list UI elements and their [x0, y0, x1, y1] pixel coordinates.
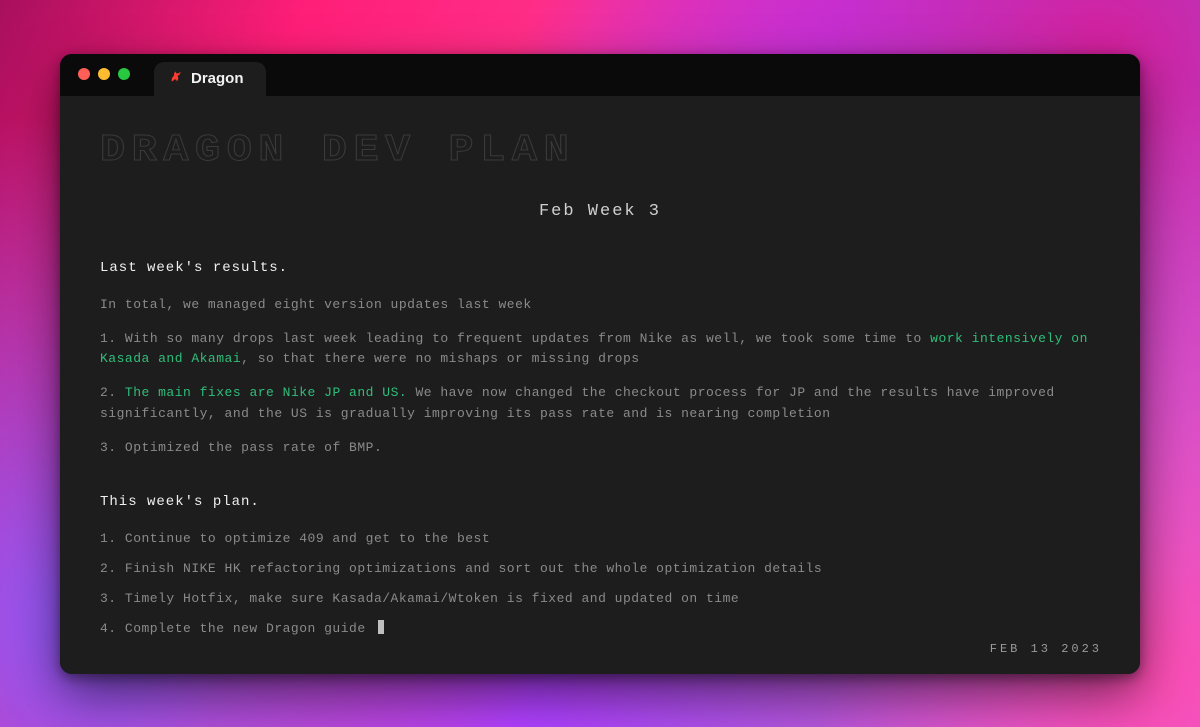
text: Optimized the pass rate of BMP. — [125, 440, 382, 455]
cursor-icon — [378, 620, 384, 634]
results-item: 2. The main fixes are Nike JP and US. We… — [100, 383, 1100, 423]
results-intro: In total, we managed eight version updat… — [100, 295, 1100, 315]
plan-item: 2. Finish NIKE HK refactoring optimizati… — [100, 559, 1100, 579]
plan-item: 1. Continue to optimize 409 and get to t… — [100, 529, 1100, 549]
plan-item: 3. Timely Hotfix, make sure Kasada/Akama… — [100, 589, 1100, 609]
list-num: 1. — [100, 331, 117, 346]
text: With so many drops last week leading to … — [125, 331, 930, 346]
page-subtitle: Feb Week 3 — [100, 199, 1100, 225]
section-heading-results: Last week's results. — [100, 258, 1100, 279]
tab-title: Dragon — [191, 70, 244, 87]
close-icon[interactable] — [78, 68, 90, 80]
results-item: 1. With so many drops last week leading … — [100, 329, 1100, 369]
minimize-icon[interactable] — [98, 68, 110, 80]
highlight: The main fixes are Nike JP and US. — [125, 385, 407, 400]
window-controls — [78, 68, 130, 80]
plan-item: 4. Complete the new Dragon guide — [100, 619, 1100, 639]
list-num: 3. — [100, 440, 117, 455]
text: 4. Complete the new Dragon guide — [100, 621, 366, 636]
results-item: 3. Optimized the pass rate of BMP. — [100, 438, 1100, 458]
document-body: DRAGON DEV PLAN Feb Week 3 Last week's r… — [60, 96, 1140, 674]
tab-dragon[interactable]: Dragon — [154, 62, 266, 96]
app-window: Dragon DRAGON DEV PLAN Feb Week 3 Last w… — [60, 54, 1140, 674]
page-title: DRAGON DEV PLAN — [100, 122, 1140, 179]
maximize-icon[interactable] — [118, 68, 130, 80]
section-heading-plan: This week's plan. — [100, 492, 1100, 513]
dragon-icon — [168, 69, 183, 88]
titlebar: Dragon — [60, 54, 1140, 96]
list-num: 2. — [100, 385, 117, 400]
text: , so that there were no mishaps or missi… — [241, 351, 639, 366]
footer-date: FEB 13 2023 — [990, 640, 1102, 658]
